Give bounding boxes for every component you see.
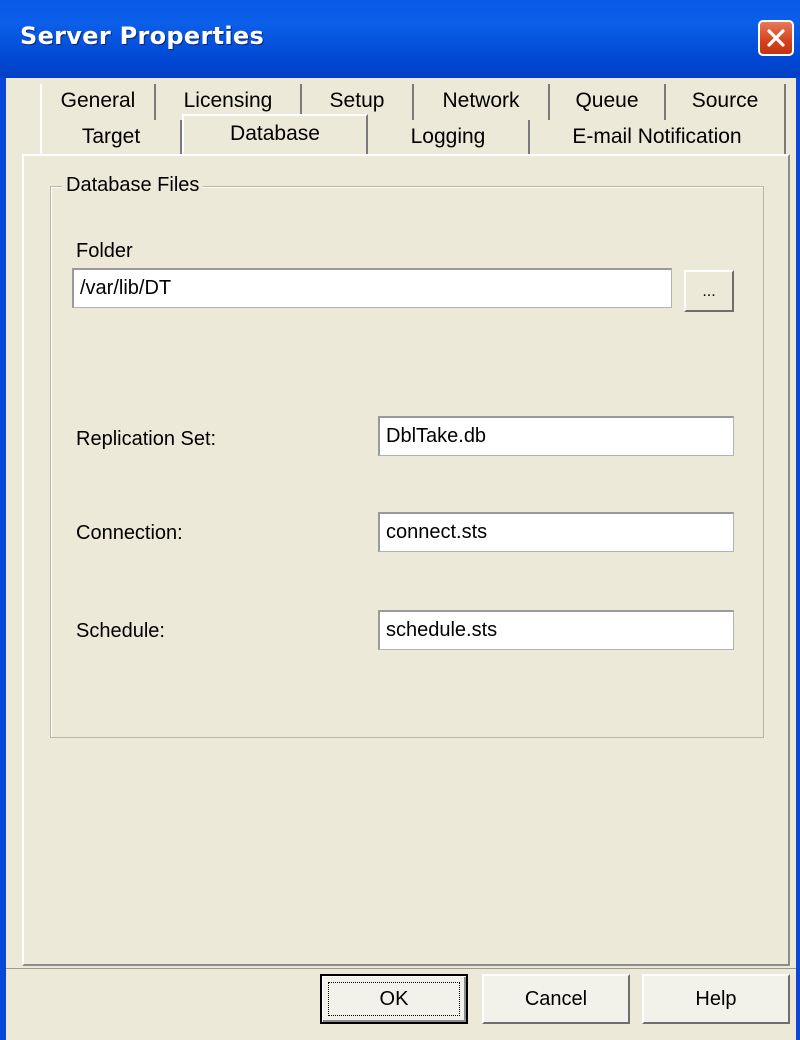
- window-title: Server Properties: [20, 22, 265, 50]
- folder-label: Folder: [76, 240, 133, 262]
- group-label: Database Files: [62, 174, 204, 197]
- tab-network[interactable]: Network: [414, 84, 550, 120]
- connection-input[interactable]: [378, 512, 734, 552]
- schedule-input[interactable]: [378, 610, 734, 650]
- schedule-label: Schedule:: [76, 620, 165, 642]
- window-border-left: [0, 78, 6, 1040]
- tab-target[interactable]: Target: [40, 120, 182, 156]
- button-separator: [6, 968, 796, 969]
- folder-input[interactable]: [72, 268, 672, 308]
- close-button[interactable]: [758, 20, 794, 56]
- title-bar[interactable]: Server Properties: [0, 0, 800, 78]
- replication-set-label: Replication Set:: [76, 428, 217, 450]
- ok-button-label: OK: [379, 988, 409, 1010]
- browse-button[interactable]: ...: [684, 270, 734, 312]
- tab-database[interactable]: Database: [182, 114, 368, 154]
- ok-button[interactable]: OK: [320, 974, 468, 1024]
- window-border-right: [796, 78, 800, 1040]
- tab-queue[interactable]: Queue: [550, 84, 666, 120]
- replication-set-input[interactable]: [378, 416, 734, 456]
- tab-logging[interactable]: Logging: [368, 120, 530, 156]
- connection-label: Connection:: [76, 522, 183, 544]
- close-icon: [767, 29, 785, 47]
- tab-source[interactable]: Source: [666, 84, 786, 120]
- cancel-button[interactable]: Cancel: [482, 974, 630, 1024]
- tab-general[interactable]: General: [40, 84, 156, 120]
- tab-email-notification[interactable]: E-mail Notification: [530, 120, 786, 156]
- help-button[interactable]: Help: [642, 974, 790, 1024]
